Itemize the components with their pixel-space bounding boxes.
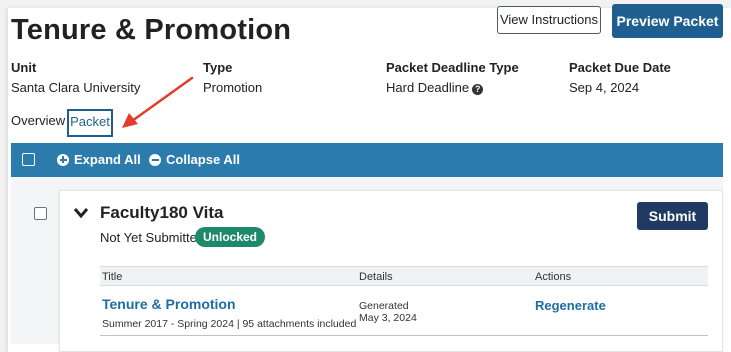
column-header-title: Title (102, 271, 123, 283)
deadline-type-value: Hard Deadline? (386, 80, 484, 95)
section-title: Faculty180 Vita (100, 203, 224, 222)
minus-circle-icon (149, 153, 161, 166)
plus-circle-icon (57, 153, 69, 166)
submit-button[interactable]: Submit (637, 202, 708, 230)
annotation-arrow-icon (122, 76, 194, 128)
due-date-label: Packet Due Date (569, 60, 671, 75)
expand-all-button[interactable]: Expand All (57, 152, 141, 167)
column-header-actions: Actions (535, 271, 572, 283)
collapse-all-button[interactable]: Collapse All (149, 152, 240, 167)
expand-all-label: Expand All (74, 152, 141, 167)
tab-overview[interactable]: Overview (11, 113, 65, 128)
details-status: Generated (359, 300, 409, 312)
type-label: Type (203, 60, 233, 75)
table-row: Tenure & Promotion Summer 2017 - Spring … (100, 286, 708, 336)
deadline-type-text: Hard Deadline (386, 80, 470, 95)
collapse-all-label: Collapse All (166, 152, 240, 167)
column-header-details: Details (359, 271, 393, 283)
document-subtitle: Summer 2017 - Spring 2024 | 95 attachmen… (102, 318, 357, 330)
type-value: Promotion (203, 80, 263, 95)
status-badge: Unlocked (195, 227, 266, 247)
question-circle-icon[interactable]: ? (472, 84, 484, 95)
tab-packet[interactable]: Packet (67, 109, 113, 137)
document-title-link[interactable]: Tenure & Promotion (102, 296, 236, 312)
section-checkbox[interactable] (34, 207, 47, 220)
chevron-down-icon[interactable] (72, 204, 90, 222)
view-instructions-button[interactable]: View Instructions (497, 6, 601, 34)
select-all-checkbox[interactable] (22, 153, 35, 166)
unit-label: Unit (11, 60, 37, 75)
due-date-value: Sep 4, 2024 (569, 80, 640, 95)
details-date: May 3, 2024 (359, 312, 417, 324)
table-header: Title Details Actions (100, 266, 708, 286)
documents-table: Title Details Actions Tenure & Promotion… (100, 266, 708, 336)
page-title: Tenure & Promotion (11, 14, 292, 46)
deadline-type-label: Packet Deadline Type (386, 60, 519, 75)
section-status: Not Yet Submitted (100, 230, 205, 245)
packet-toolbar: Expand All Collapse All (11, 143, 723, 177)
preview-packet-button[interactable]: Preview Packet (612, 4, 723, 38)
regenerate-link[interactable]: Regenerate (535, 298, 606, 313)
